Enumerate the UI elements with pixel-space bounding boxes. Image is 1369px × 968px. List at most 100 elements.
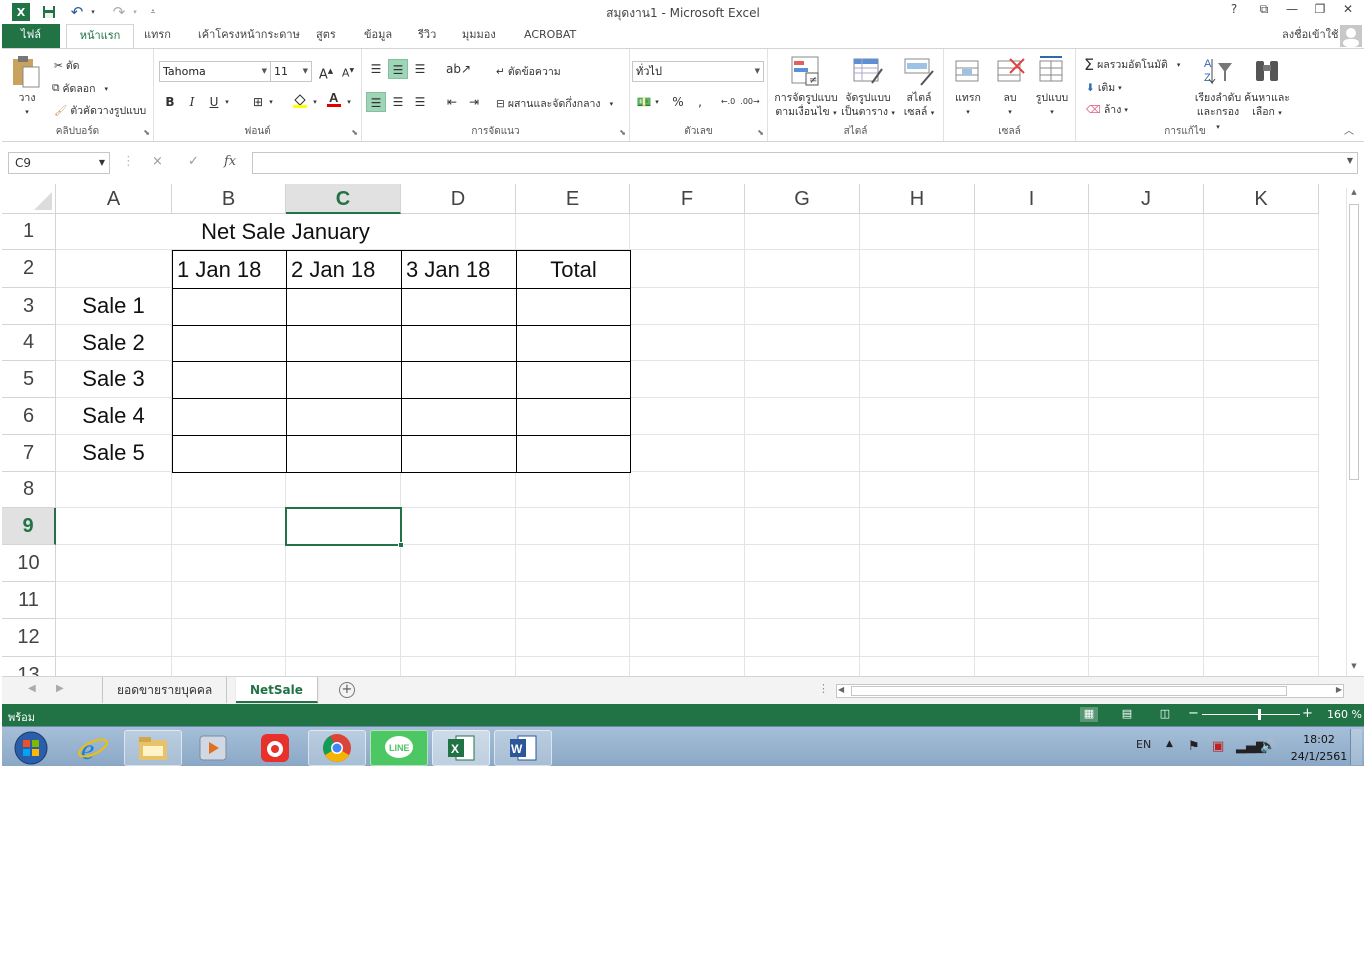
row-header-1[interactable]: 1	[2, 214, 56, 250]
column-header-b[interactable]: B	[172, 184, 286, 214]
cell-f2[interactable]	[630, 250, 745, 288]
copy-button[interactable]: ⧉ คัดลอก ▾	[52, 80, 108, 97]
table-data-cell[interactable]	[516, 435, 631, 473]
cell-k6[interactable]	[1204, 398, 1319, 435]
column-header-f[interactable]: F	[630, 184, 745, 214]
tab-view[interactable]: มุมมอง	[454, 24, 504, 48]
cell-e9[interactable]	[516, 508, 630, 545]
zoom-out-icon[interactable]: −	[1188, 706, 1199, 721]
cell-g8[interactable]	[745, 472, 860, 508]
table-data-cell[interactable]	[172, 361, 287, 399]
start-button[interactable]	[2, 730, 60, 766]
align-top-icon[interactable]: ☰	[366, 59, 386, 79]
cell-h10[interactable]	[860, 545, 975, 582]
cell-h5[interactable]	[860, 361, 975, 398]
worksheet-grid[interactable]: ABCDEFGHIJK 1 2 3 4 5 6 7 8 9 10 11 12 13 Net Sale J…	[2, 184, 1364, 676]
sheet-title-cell[interactable]: Net Sale January	[56, 214, 516, 250]
cell-h4[interactable]	[860, 325, 975, 361]
tab-page-layout[interactable]: เค้าโครงหน้ากระดาษ	[190, 24, 308, 48]
next-sheet-icon[interactable]: ▶	[56, 683, 64, 694]
cell-h11[interactable]	[860, 582, 975, 619]
cell-j4[interactable]	[1089, 325, 1204, 361]
underline-dropdown-icon[interactable]: ▾	[222, 92, 232, 112]
cell-h6[interactable]	[860, 398, 975, 435]
chrome-icon[interactable]	[308, 730, 366, 766]
cell-g7[interactable]	[745, 435, 860, 472]
paste-button[interactable]: วาง ▾	[10, 55, 44, 119]
normal-view-icon[interactable]: ▦	[1080, 707, 1098, 722]
cell-i12[interactable]	[975, 619, 1089, 657]
cell-i4[interactable]	[975, 325, 1089, 361]
cell-h13[interactable]	[860, 657, 975, 676]
table-data-cell[interactable]	[172, 325, 287, 362]
cell-d13[interactable]	[401, 657, 516, 676]
select-all-button[interactable]	[2, 184, 56, 214]
table-data-cell[interactable]	[401, 435, 517, 473]
cell-g9[interactable]	[745, 508, 860, 545]
cell-k1[interactable]	[1204, 214, 1319, 250]
cell-h9[interactable]	[860, 508, 975, 545]
row-header-12[interactable]: 12	[2, 619, 56, 657]
name-box[interactable]: C9 ▼	[8, 152, 110, 174]
minimize-icon[interactable]: —	[1278, 2, 1306, 20]
cell-d11[interactable]	[401, 582, 516, 619]
cell-e8[interactable]	[516, 472, 630, 508]
row-header-10[interactable]: 10	[2, 545, 56, 582]
page-break-view-icon[interactable]: ◫	[1156, 707, 1174, 722]
cell-k4[interactable]	[1204, 325, 1319, 361]
scroll-left-icon[interactable]: ◀	[838, 685, 844, 694]
tab-splitter-icon[interactable]: ⋮	[818, 682, 829, 695]
cell-h8[interactable]	[860, 472, 975, 508]
cell-b12[interactable]	[172, 619, 286, 657]
cell-g11[interactable]	[745, 582, 860, 619]
cell-c12[interactable]	[286, 619, 401, 657]
find-select-button[interactable]: ค้นหาและ เลือก ▾	[1244, 55, 1290, 120]
row-header-13[interactable]: 13	[2, 657, 56, 676]
cell-c10[interactable]	[286, 545, 401, 582]
align-center-icon[interactable]: ☰	[388, 92, 408, 112]
line-app-icon[interactable]: LINE	[370, 730, 428, 766]
orientation-icon[interactable]: ab↗	[446, 59, 471, 79]
format-cells-button[interactable]: รูปแบบ ▾	[1032, 55, 1072, 119]
cell-k10[interactable]	[1204, 545, 1319, 582]
align-right-icon[interactable]: ☰	[410, 92, 430, 112]
cell-c11[interactable]	[286, 582, 401, 619]
shrink-font-icon[interactable]: A▼	[338, 61, 358, 81]
cell-i6[interactable]	[975, 398, 1089, 435]
cell-i2[interactable]	[975, 250, 1089, 288]
table-data-cell[interactable]	[401, 361, 517, 399]
row-header-6[interactable]: 6	[2, 398, 56, 435]
cell-k2[interactable]	[1204, 250, 1319, 288]
table-data-cell[interactable]	[516, 398, 631, 436]
vertical-scroll-thumb[interactable]	[1349, 204, 1359, 480]
ribbon-display-options-icon[interactable]: ⧉	[1250, 2, 1278, 20]
cell-f3[interactable]	[630, 288, 745, 325]
cell-i7[interactable]	[975, 435, 1089, 472]
column-header-e[interactable]: E	[516, 184, 630, 214]
excel-taskbar-icon[interactable]: X	[432, 730, 490, 766]
cell-f12[interactable]	[630, 619, 745, 657]
borders-dropdown-icon[interactable]: ▾	[266, 92, 276, 112]
tab-insert[interactable]: แทรก	[136, 24, 179, 48]
cell-e11[interactable]	[516, 582, 630, 619]
wrap-text-button[interactable]: ↵ ตัดข้อความ	[496, 63, 561, 80]
cell-h1[interactable]	[860, 214, 975, 250]
row-header-9[interactable]: 9	[2, 508, 56, 545]
add-sheet-icon[interactable]: +	[339, 682, 355, 698]
cell-c13[interactable]	[286, 657, 401, 676]
cell-e10[interactable]	[516, 545, 630, 582]
row-header-7[interactable]: 7	[2, 435, 56, 472]
cell-k9[interactable]	[1204, 508, 1319, 545]
row-header-8[interactable]: 8	[2, 472, 56, 508]
cell-e13[interactable]	[516, 657, 630, 676]
table-data-cell[interactable]	[286, 361, 402, 399]
cell-f13[interactable]	[630, 657, 745, 676]
cell-f11[interactable]	[630, 582, 745, 619]
cell-f1[interactable]	[630, 214, 745, 250]
cell-g3[interactable]	[745, 288, 860, 325]
table-data-cell[interactable]	[516, 288, 631, 326]
cell-j3[interactable]	[1089, 288, 1204, 325]
cell-j8[interactable]	[1089, 472, 1204, 508]
font-name-combo[interactable]: Tahoma ▼	[159, 61, 271, 82]
cell-d10[interactable]	[401, 545, 516, 582]
